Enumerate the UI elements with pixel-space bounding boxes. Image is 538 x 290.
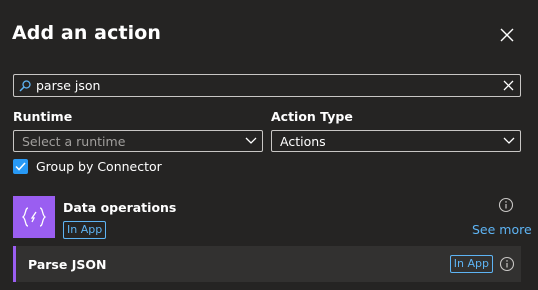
chevron-down-icon xyxy=(498,131,520,151)
action-item-parse-json[interactable]: Parse JSON In App xyxy=(13,246,521,282)
chevron-down-icon xyxy=(240,131,262,151)
action-type-value: Actions xyxy=(280,133,326,149)
clear-icon xyxy=(503,80,513,91)
info-icon[interactable] xyxy=(498,197,514,213)
group-by-connector-label: Group by Connector xyxy=(36,159,162,174)
close-icon xyxy=(500,28,514,42)
runtime-placeholder: Select a runtime xyxy=(22,133,126,149)
action-type-label: Action Type xyxy=(271,109,353,124)
action-name: Parse JSON xyxy=(28,256,107,272)
in-app-badge: In App xyxy=(449,255,493,273)
connector-name[interactable]: Data operations xyxy=(63,200,176,215)
close-button[interactable] xyxy=(496,24,518,46)
clear-search-button[interactable] xyxy=(496,75,520,96)
search-icon xyxy=(14,75,36,96)
info-icon[interactable] xyxy=(499,256,515,272)
action-type-dropdown[interactable]: Actions xyxy=(271,130,521,152)
runtime-label: Runtime xyxy=(13,109,73,124)
group-by-connector-checkbox[interactable]: Group by Connector xyxy=(13,159,162,174)
checkmark-icon xyxy=(13,159,28,174)
in-app-badge: In App xyxy=(63,221,107,239)
search-box[interactable]: parse json xyxy=(13,74,521,97)
see-more-link[interactable]: See more xyxy=(472,222,532,237)
runtime-dropdown[interactable]: Select a runtime xyxy=(13,130,263,152)
data-operations-icon xyxy=(13,196,55,238)
panel-title: Add an action xyxy=(12,22,162,44)
search-input[interactable]: parse json xyxy=(36,78,496,93)
